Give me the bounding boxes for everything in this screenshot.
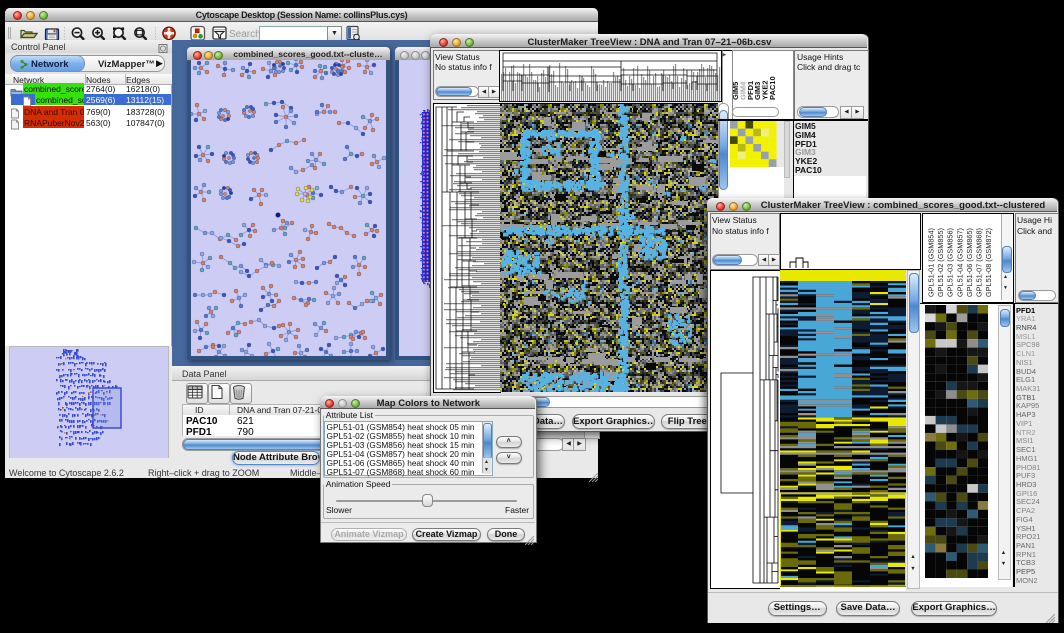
svg-text:GPL51-08 (GSM872): GPL51-08 (GSM872) [984, 228, 993, 297]
svg-text:GPL51-06 (GSM865): GPL51-06 (GSM865) [964, 228, 973, 297]
svg-text:GPL51-04 (GSM857): GPL51-04 (GSM857) [955, 228, 964, 297]
svg-text:PAC10: PAC10 [768, 76, 777, 100]
svg-text:GPL51-03 (GSM856): GPL51-03 (GSM856) [945, 228, 954, 297]
svg-text:GPL51-07 (GSM868): GPL51-07 (GSM868) [974, 228, 983, 297]
svg-text:GPL51-01 (GSM854): GPL51-01 (GSM854) [926, 228, 935, 297]
svg-text:GPL51-02 (GSM855): GPL51-02 (GSM855) [936, 228, 945, 297]
